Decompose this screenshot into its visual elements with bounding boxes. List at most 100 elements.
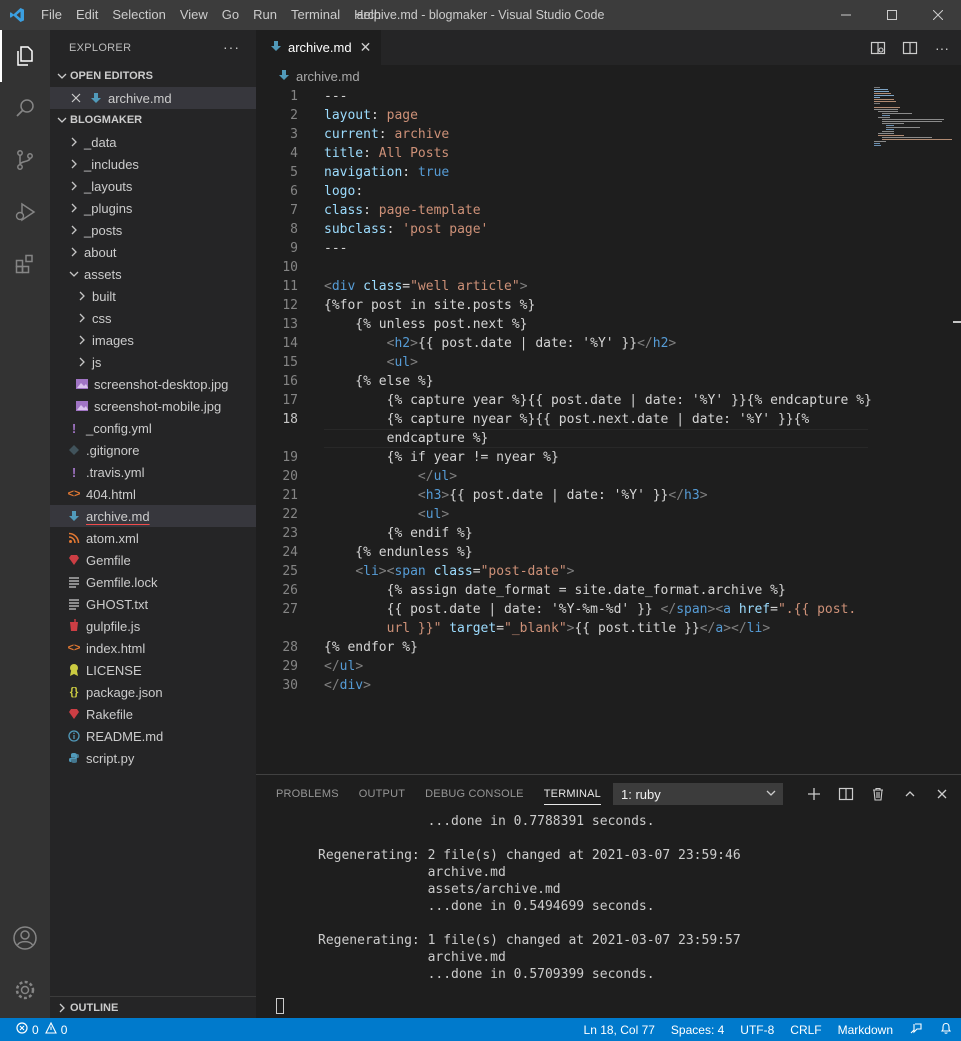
- file-tree-item[interactable]: ! _config.yml: [50, 417, 256, 439]
- end-of-line[interactable]: CRLF: [782, 1023, 829, 1037]
- code-line: 28 {% endfor %}: [256, 638, 868, 657]
- line-number: 3: [290, 127, 298, 142]
- line-number: 16: [282, 374, 298, 389]
- problems-indicator[interactable]: 0 0: [0, 1021, 67, 1037]
- open-editors-label: OPEN EDITORS: [70, 70, 153, 82]
- file-tree-item[interactable]: built: [50, 285, 256, 307]
- file-tree-item[interactable]: .gitignore: [50, 439, 256, 461]
- accounts-icon[interactable]: [0, 912, 50, 964]
- indentation[interactable]: Spaces: 4: [663, 1023, 732, 1037]
- menu-view[interactable]: View: [173, 0, 215, 30]
- window-controls: [823, 0, 961, 30]
- file-tree-item[interactable]: css: [50, 307, 256, 329]
- line-number: 9: [290, 241, 298, 256]
- tab-terminal[interactable]: TERMINAL: [534, 775, 611, 813]
- open-editor-item[interactable]: archive.md: [50, 87, 256, 109]
- menu-edit[interactable]: Edit: [69, 0, 105, 30]
- cursor-position[interactable]: Ln 18, Col 77: [576, 1023, 663, 1037]
- file-tree-item[interactable]: Gemfile.lock: [50, 571, 256, 593]
- panel-tabs: PROBLEMS OUTPUT DEBUG CONSOLE TERMINAL 1…: [256, 775, 961, 813]
- new-terminal-icon[interactable]: [801, 781, 827, 807]
- tab-archive-md[interactable]: archive.md ✕: [256, 30, 382, 65]
- close-tab-icon[interactable]: ✕: [360, 39, 372, 56]
- menu-go[interactable]: Go: [215, 0, 246, 30]
- file-tree-item[interactable]: Gemfile: [50, 549, 256, 571]
- menu-run[interactable]: Run: [246, 0, 284, 30]
- tab-problems[interactable]: PROBLEMS: [266, 775, 349, 813]
- manage-gear-icon[interactable]: [0, 964, 50, 1016]
- file-tree-item[interactable]: _data: [50, 131, 256, 153]
- file-tree-item[interactable]: ! .travis.yml: [50, 461, 256, 483]
- source-control-icon[interactable]: [0, 134, 50, 186]
- file-tree-item[interactable]: _posts: [50, 219, 256, 241]
- close-panel-icon[interactable]: [929, 781, 955, 807]
- encoding[interactable]: UTF-8: [732, 1023, 782, 1037]
- more-actions-icon[interactable]: ···: [223, 39, 240, 55]
- menu-selection[interactable]: Selection: [105, 0, 172, 30]
- file-tree-item[interactable]: {} package.json: [50, 681, 256, 703]
- file-tree-item[interactable]: about: [50, 241, 256, 263]
- panel-actions: [801, 781, 955, 807]
- tab-output[interactable]: OUTPUT: [349, 775, 415, 813]
- explorer-icon[interactable]: [0, 30, 50, 82]
- ruby-file-icon: [66, 706, 82, 722]
- minimize-button[interactable]: [823, 0, 869, 30]
- close-window-button[interactable]: [915, 0, 961, 30]
- file-tree-item[interactable]: screenshot-desktop.jpg: [50, 373, 256, 395]
- file-tree-item[interactable]: <> index.html: [50, 637, 256, 659]
- chevron-down-icon: [66, 269, 82, 279]
- open-preview-icon[interactable]: [865, 35, 891, 61]
- file-tree-item[interactable]: gulpfile.js: [50, 615, 256, 637]
- code-line: 21 <h3>{{ post.date | date: '%Y' }}</h3>: [256, 486, 868, 505]
- file-tree-item[interactable]: README.md: [50, 725, 256, 747]
- code-line: 25 <li><span class="post-date">: [256, 562, 868, 581]
- file-tree-item[interactable]: _layouts: [50, 175, 256, 197]
- breadcrumb[interactable]: archive.md: [256, 65, 961, 87]
- trash-icon[interactable]: [865, 781, 891, 807]
- file-tree-item[interactable]: js: [50, 351, 256, 373]
- outline-section[interactable]: OUTLINE: [50, 996, 256, 1018]
- file-tree-label: _posts: [84, 222, 123, 238]
- file-tree-item[interactable]: GHOST.txt: [50, 593, 256, 615]
- minimap[interactable]: [874, 87, 954, 167]
- project-section[interactable]: BLOGMAKER: [50, 109, 256, 131]
- close-icon[interactable]: [68, 90, 84, 106]
- open-editors-section[interactable]: OPEN EDITORS: [50, 65, 256, 87]
- file-tree-item[interactable]: _includes: [50, 153, 256, 175]
- file-tree-item[interactable]: images: [50, 329, 256, 351]
- file-tree-item[interactable]: LICENSE: [50, 659, 256, 681]
- chevron-up-icon[interactable]: [897, 781, 923, 807]
- maximize-button[interactable]: [869, 0, 915, 30]
- file-tree-item[interactable]: assets: [50, 263, 256, 285]
- file-tree-item[interactable]: _plugins: [50, 197, 256, 219]
- terminal-select[interactable]: 1: ruby: [613, 783, 783, 805]
- run-debug-icon[interactable]: [0, 186, 50, 238]
- split-terminal-icon[interactable]: [833, 781, 859, 807]
- language-mode[interactable]: Markdown: [830, 1023, 901, 1037]
- file-tree-label: Gemfile: [86, 552, 131, 568]
- search-icon[interactable]: [0, 82, 50, 134]
- split-editor-icon[interactable]: [897, 35, 923, 61]
- feedback-icon[interactable]: [901, 1021, 931, 1038]
- file-tree-item[interactable]: Rakefile: [50, 703, 256, 725]
- code-text: <div class="well article">: [324, 279, 528, 294]
- menu-terminal[interactable]: Terminal: [284, 0, 347, 30]
- more-actions-icon[interactable]: ···: [929, 35, 955, 61]
- file-tree-item[interactable]: atom.xml: [50, 527, 256, 549]
- terminal-output[interactable]: ...done in 0.7788391 seconds. Regeneratin…: [256, 813, 961, 1018]
- file-tree-item[interactable]: screenshot-mobile.jpg: [50, 395, 256, 417]
- extensions-icon[interactable]: [0, 238, 50, 290]
- code-text: layout: page: [324, 108, 418, 123]
- file-tree-item[interactable]: script.py: [50, 747, 256, 769]
- menu-file[interactable]: File: [34, 0, 69, 30]
- line-number: 1: [290, 89, 298, 104]
- file-tree-item[interactable]: archive.md: [50, 505, 256, 527]
- file-tree-item[interactable]: <> 404.html: [50, 483, 256, 505]
- menu-help[interactable]: Help: [347, 0, 388, 30]
- notifications-bell-icon[interactable]: [931, 1021, 961, 1038]
- code-line: 12 {%for post in site.posts %}: [256, 296, 868, 315]
- tab-debug-console[interactable]: DEBUG CONSOLE: [415, 775, 534, 813]
- explorer-sidebar: EXPLORER ··· OPEN EDITORS archive.md BLO…: [50, 30, 256, 1018]
- code-editor[interactable]: 1 --- 2 layout: page 3 current: archive 4 title…: [256, 87, 961, 774]
- code-line: 18 {% capture nyear %}{{ post.next.date …: [256, 410, 868, 429]
